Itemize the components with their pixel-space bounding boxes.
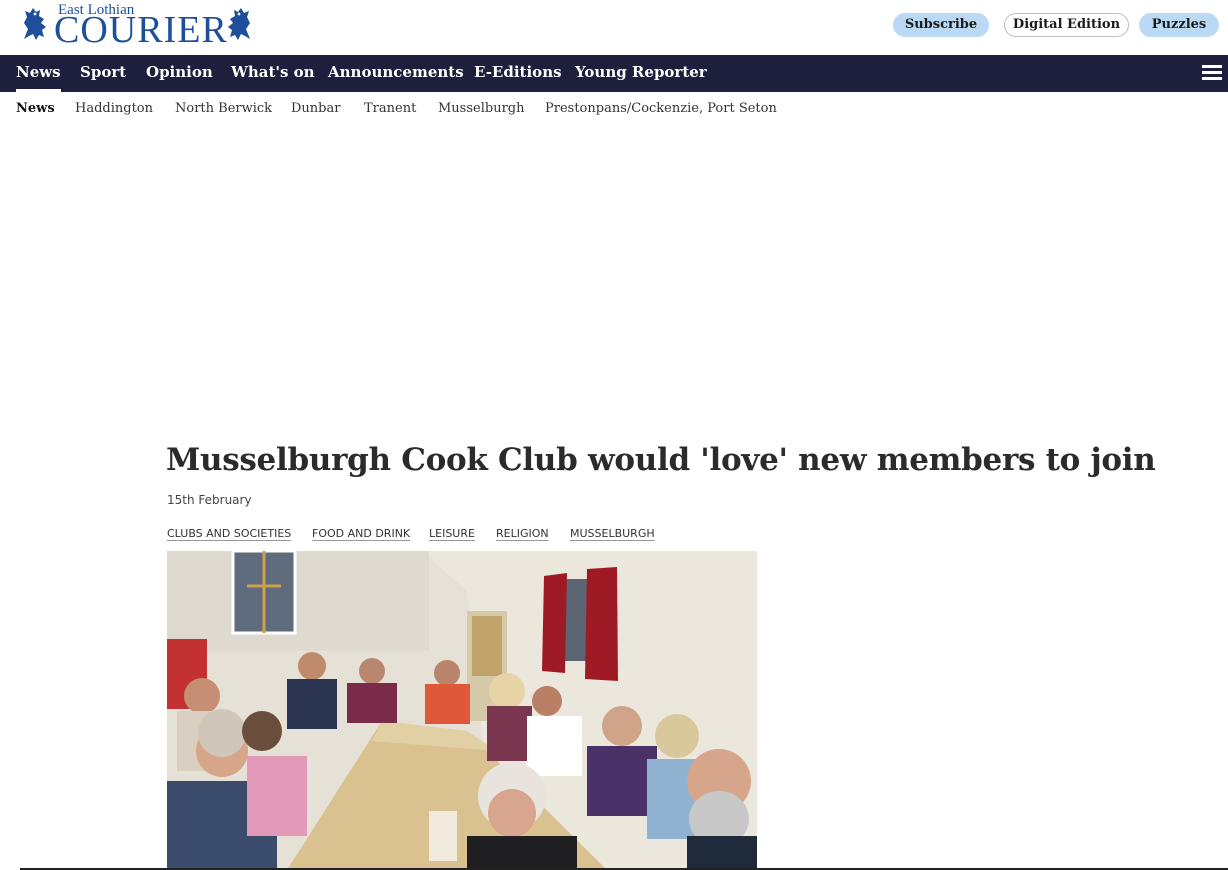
- nav-item-opinion[interactable]: Opinion: [146, 55, 213, 92]
- tag-leisure[interactable]: LEISURE: [429, 527, 475, 540]
- article-date: 15th February: [167, 493, 252, 507]
- logo-big-text: COURIER: [54, 9, 228, 51]
- nav-item-young-reporter[interactable]: Young Reporter: [575, 55, 707, 92]
- tag-clubs-and-societies[interactable]: CLUBS AND SOCIETIES: [167, 527, 291, 540]
- nav-item-sport[interactable]: Sport: [80, 55, 126, 92]
- lion-rampant-icon: [228, 8, 250, 40]
- site-header: East Lothian COURIER Subscribe Digital E…: [0, 0, 1228, 55]
- tag-food-and-drink[interactable]: FOOD AND DRINK: [312, 527, 410, 540]
- article-photo[interactable]: [167, 551, 757, 870]
- subnav-item-north-berwick[interactable]: North Berwick: [175, 101, 272, 116]
- subnav-item-tranent[interactable]: Tranent: [364, 101, 416, 116]
- tag-musselburgh[interactable]: MUSSELBURGH: [570, 527, 655, 540]
- subnav-item-haddington[interactable]: Haddington: [75, 101, 153, 116]
- photo-illustration: [167, 551, 757, 870]
- nav-item-news[interactable]: News: [16, 55, 61, 92]
- hamburger-menu-icon[interactable]: [1202, 65, 1222, 82]
- puzzles-button[interactable]: Puzzles: [1139, 13, 1219, 37]
- subscribe-button[interactable]: Subscribe: [893, 13, 989, 37]
- subnav-item-musselburgh[interactable]: Musselburgh: [438, 101, 524, 116]
- tag-religion[interactable]: RELIGION: [496, 527, 549, 540]
- digital-edition-button[interactable]: Digital Edition: [1004, 13, 1129, 37]
- subnav-item-prestonpans[interactable]: Prestonpans/Cockenzie, Port Seton: [545, 101, 777, 116]
- nav-item-e-editions[interactable]: E-Editions: [474, 55, 562, 92]
- nav-item-whats-on[interactable]: What's on: [231, 55, 315, 92]
- primary-nav: News Sport Opinion What's on Announcemen…: [0, 55, 1228, 92]
- subnav-item-dunbar[interactable]: Dunbar: [291, 101, 340, 116]
- subnav-item-news[interactable]: News: [16, 101, 55, 116]
- site-logo[interactable]: East Lothian COURIER: [18, 2, 258, 51]
- article-headline: Musselburgh Cook Club would 'love' new m…: [166, 442, 1156, 478]
- lion-rampant-icon: [24, 8, 46, 40]
- nav-item-announcements[interactable]: Announcements: [328, 55, 464, 92]
